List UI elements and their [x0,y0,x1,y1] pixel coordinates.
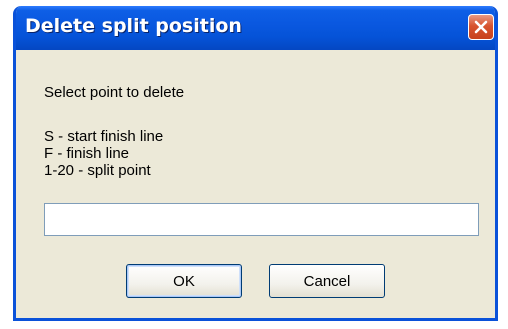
legend-item-start-finish: S - start finish line [44,128,164,145]
ok-button[interactable]: OK [126,264,242,298]
prompt-label: Select point to delete [44,84,185,101]
dialog-body: Select point to delete S - start finish … [16,50,495,318]
window-title: Delete split position [25,15,242,37]
dialog-window: Delete split position Select point to de… [13,6,498,321]
legend-list: S - start finish line F - finish line 1-… [44,128,163,179]
cancel-button[interactable]: Cancel [269,264,385,298]
point-input[interactable] [44,203,479,236]
title-bar[interactable]: Delete split position [16,6,495,50]
legend-item-split: 1-20 - split point [44,162,151,179]
legend-item-finish: F - finish line [44,145,130,162]
close-button[interactable] [468,14,494,40]
close-icon [474,20,488,34]
